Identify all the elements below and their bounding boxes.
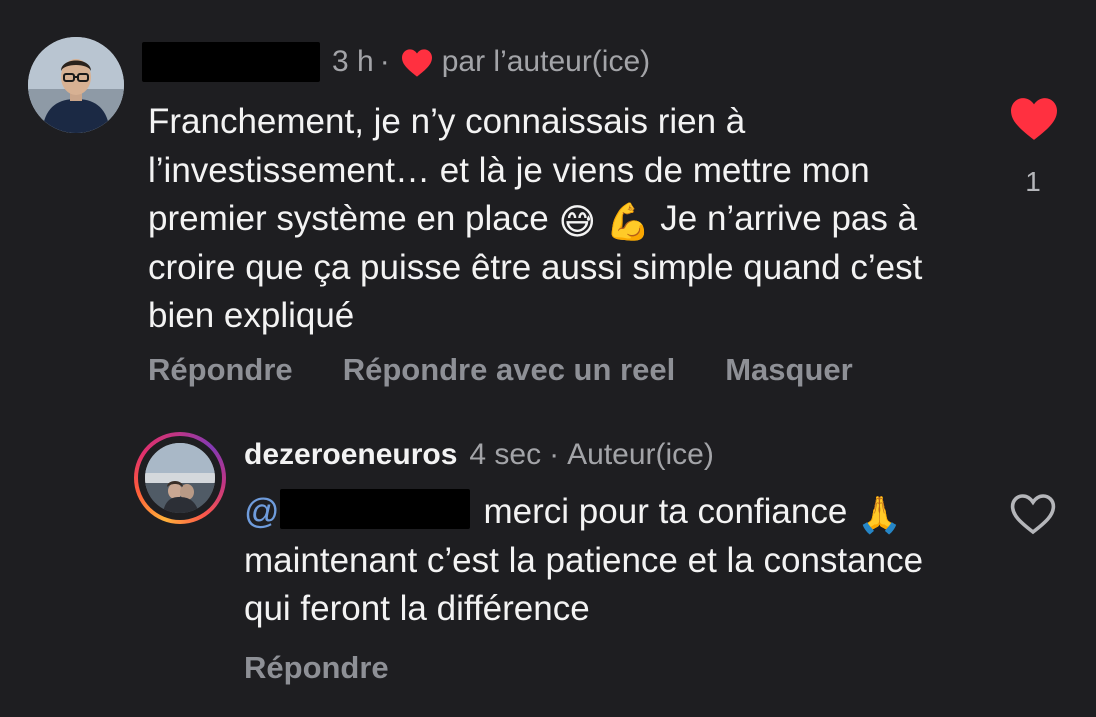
story-ring [138, 436, 222, 520]
mention-link[interactable]: @ [244, 489, 484, 531]
reply-text-part-2: maintenant c’est la patience et la const… [244, 540, 924, 629]
meta-separator: · [379, 45, 390, 78]
comment-text: Franchement, je n’y connaissais rien à l… [148, 98, 968, 341]
redacted-mention [279, 489, 470, 529]
reply-button[interactable]: Répondre [148, 352, 293, 388]
reply-to-reply-button[interactable]: Répondre [244, 650, 389, 685]
reply-time: 4 sec [469, 438, 542, 471]
flexed-biceps-emoji: 💪 [605, 202, 651, 243]
reply-meta: dezeroeneuros 4 sec · Auteur(ice) [244, 434, 714, 476]
reply-actions: Répondre [244, 650, 389, 686]
meta-separator: · [549, 438, 560, 471]
mention-prefix: @ [244, 492, 280, 531]
reply-text: @ merci pour ta confiance 🙏 maintenant c’… [244, 488, 964, 634]
liked-by-author-label: par l’auteur(ice) [441, 45, 651, 78]
grinning-sweat-emoji: 😅 [558, 202, 596, 243]
folded-hands-emoji: 🙏 [857, 495, 902, 536]
author-liked-heart-icon [400, 48, 434, 78]
like-count: 1 [1025, 166, 1041, 197]
reply-avatar[interactable] [134, 432, 226, 524]
reply-username[interactable]: dezeroeneuros [244, 438, 457, 472]
heart-outline-icon[interactable] [1008, 492, 1058, 536]
reply-with-reel-button[interactable]: Répondre avec un reel [343, 352, 676, 388]
reply-text-part-1: merci pour ta confiance [483, 492, 858, 531]
commenter-avatar[interactable] [28, 37, 124, 133]
heart-filled-icon[interactable] [1008, 96, 1060, 142]
comments-thread: 3 h · par l’auteur(ice) Franchement, je … [0, 0, 1096, 717]
reply-avatar-image [145, 443, 215, 513]
comment-meta: 3 h · par l’auteur(ice) [142, 40, 650, 84]
comment-actions: Répondre Répondre avec un reel Masquer [148, 352, 853, 388]
comment-time: 3 h [332, 45, 374, 78]
hide-button[interactable]: Masquer [725, 352, 852, 388]
redacted-username [142, 42, 320, 82]
author-badge: Auteur(ice) [567, 438, 714, 471]
